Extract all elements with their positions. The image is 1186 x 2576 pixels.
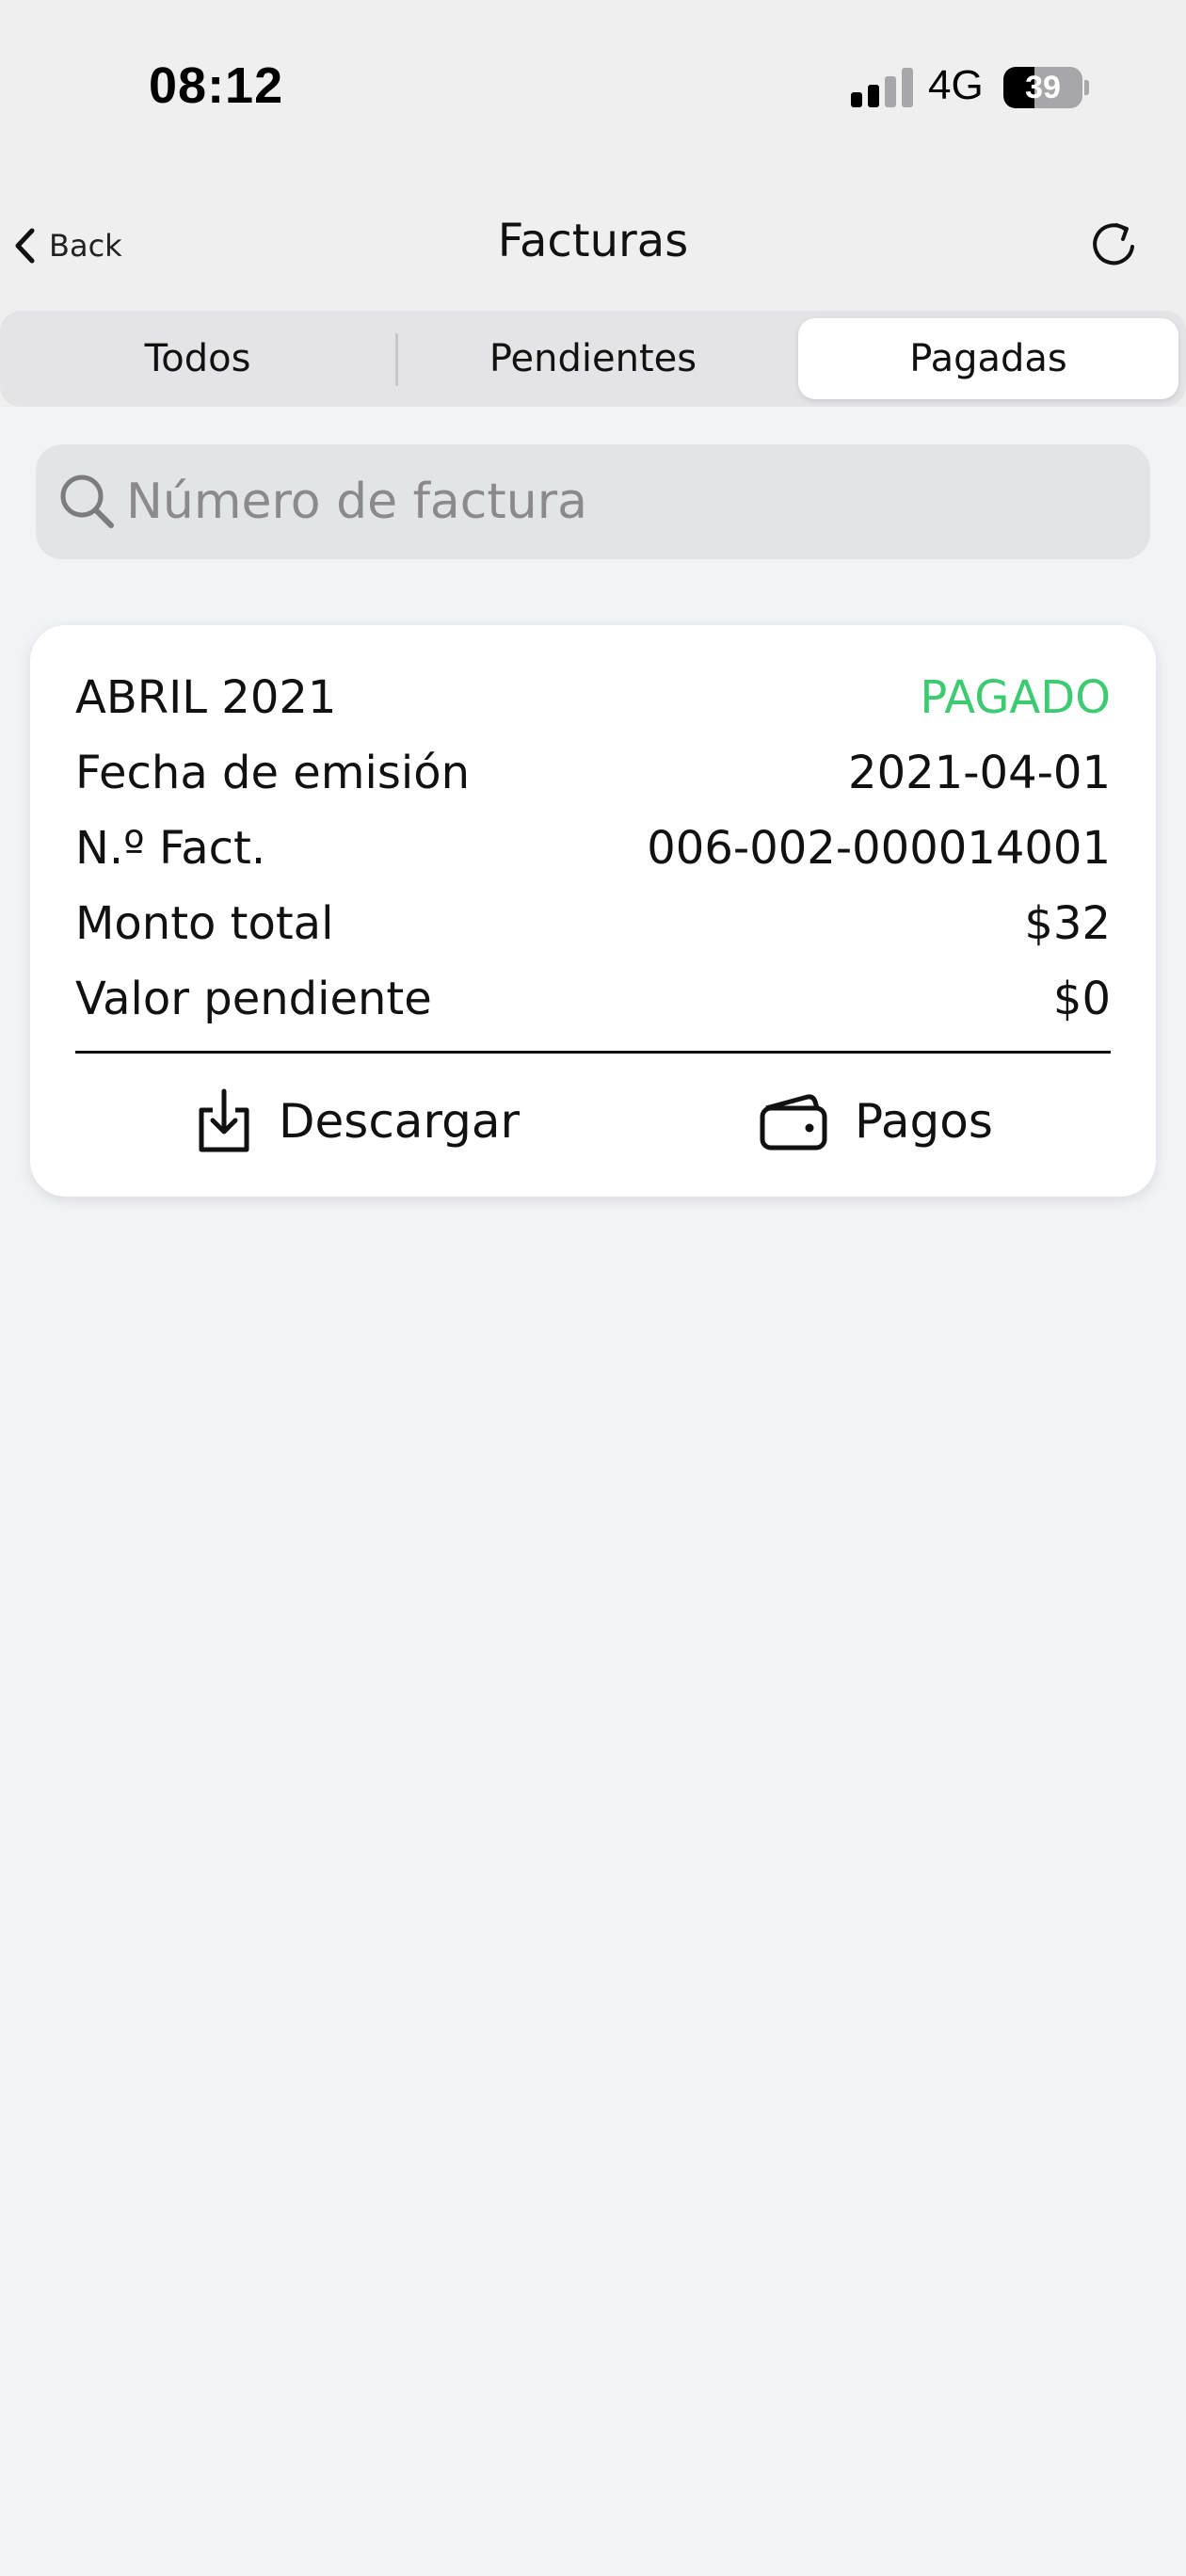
download-icon — [199, 1088, 249, 1152]
download-button[interactable]: Descargar — [196, 1073, 520, 1169]
invoice-period: ABRIL 2021 — [75, 671, 337, 724]
battery-cap — [1084, 80, 1089, 95]
tab-todos[interactable]: Todos — [0, 311, 395, 407]
pending-amount-label: Valor pendiente — [75, 973, 432, 1025]
pending-amount-value: $0 — [1052, 973, 1111, 1025]
wallet-icon — [760, 1094, 827, 1151]
invoice-card: ABRIL 2021 PAGADO Fecha de emisión 2021-… — [30, 625, 1156, 1197]
battery-icon: 39 — [1003, 67, 1082, 108]
payments-label: Pagos — [855, 1094, 993, 1149]
status-time: 08:12 — [149, 57, 284, 114]
page-title: Facturas — [497, 215, 689, 267]
card-divider — [75, 1051, 1111, 1054]
pending-amount-row: Valor pendiente $0 — [75, 966, 1111, 1032]
tab-pendientes[interactable]: Pendientes — [395, 311, 791, 407]
issue-date-value: 2021-04-01 — [848, 747, 1111, 799]
download-label: Descargar — [279, 1094, 521, 1149]
battery-percent: 39 — [1025, 70, 1061, 105]
refresh-icon — [1093, 223, 1134, 266]
issue-date-label: Fecha de emisión — [75, 747, 471, 799]
invoice-header-row: ABRIL 2021 PAGADO — [75, 665, 1111, 731]
refresh-button[interactable] — [1088, 218, 1141, 271]
payments-button[interactable]: Pagos — [759, 1073, 993, 1169]
navigation-bar: Back Facturas — [0, 198, 1186, 292]
total-amount-label: Monto total — [75, 897, 334, 950]
search-input[interactable] — [126, 444, 1124, 559]
tab-pagadas[interactable]: Pagadas — [798, 318, 1178, 399]
invoice-number-row: N.º Fact. 006-002-000014001 — [75, 815, 1111, 881]
invoice-number-value: 006-002-000014001 — [647, 822, 1111, 875]
search-icon — [60, 475, 114, 528]
issue-date-row: Fecha de emisión 2021-04-01 — [75, 740, 1111, 806]
network-type: 4G — [928, 62, 984, 108]
cellular-signal-icon — [851, 68, 913, 107]
invoice-number-label: N.º Fact. — [75, 822, 266, 875]
total-amount-row: Monto total $32 — [75, 891, 1111, 957]
invoice-filter-tabs: Todos Pendientes Pagadas — [0, 311, 1186, 407]
total-amount-value: $32 — [1024, 897, 1111, 950]
status-bar: 08:12 4G 39 — [0, 0, 1186, 179]
status-badge: PAGADO — [920, 671, 1111, 724]
search-bar — [36, 444, 1150, 559]
